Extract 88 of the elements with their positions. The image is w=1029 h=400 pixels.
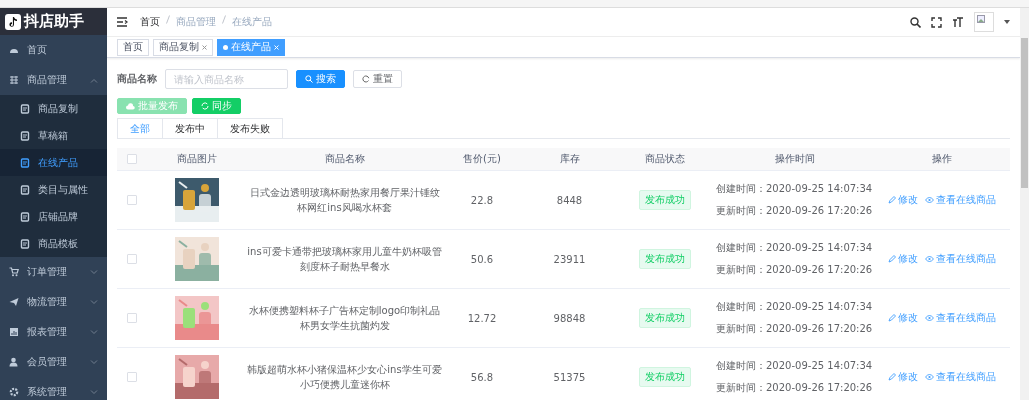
eye-icon xyxy=(925,374,934,380)
status-badge: 发布成功 xyxy=(638,308,691,328)
column-header: 操作 xyxy=(932,152,952,166)
column-header: 商品状态 xyxy=(644,152,685,166)
price-text: 56.8 xyxy=(470,371,494,383)
scrollbar[interactable] xyxy=(1020,8,1029,400)
submenu-item[interactable]: 店铺品牌 xyxy=(0,203,107,230)
stock-text: 23911 xyxy=(553,253,586,265)
checkbox[interactable] xyxy=(127,195,137,205)
checkbox[interactable] xyxy=(127,313,137,323)
gear-icon xyxy=(9,387,19,397)
pencil-icon xyxy=(888,373,896,381)
slash-icon xyxy=(166,15,170,24)
submenu-item[interactable]: 商品复制 xyxy=(0,95,107,122)
status-badge: 发布成功 xyxy=(638,190,691,210)
fullscreen-icon[interactable] xyxy=(931,16,942,28)
created-time: 创建时间：2020-09-25 14:07:34 xyxy=(716,300,873,314)
product-name: 韩版超萌水杯小猪保温杯少女心ins学生可爱小巧便携儿童迷你杯 xyxy=(247,363,442,392)
menu-item[interactable]: 商品管理 xyxy=(0,65,107,95)
created-time: 创建时间：2020-09-25 14:07:34 xyxy=(716,241,873,255)
cart-icon xyxy=(9,267,19,277)
column-header: 操作时间 xyxy=(774,152,815,166)
submenu-item[interactable]: 在线产品 xyxy=(0,149,107,176)
checkbox[interactable] xyxy=(127,254,137,264)
avatar[interactable] xyxy=(974,12,994,32)
created-time: 创建时间：2020-09-25 14:07:34 xyxy=(716,359,873,373)
price-text: 12.72 xyxy=(467,312,497,324)
stock-text: 98848 xyxy=(553,312,586,324)
breadcrumb-item: 在线产品 xyxy=(232,15,272,29)
stock-text: 51375 xyxy=(553,371,586,383)
updated-time: 更新时间：2020-09-26 17:20:26 xyxy=(716,381,873,395)
slash-icon xyxy=(222,15,226,24)
reset-button[interactable]: 重置 xyxy=(353,70,402,88)
eye-icon xyxy=(925,315,934,321)
refresh-icon xyxy=(201,102,209,110)
page-tab[interactable]: 商品复制 xyxy=(153,38,213,56)
paper-plane-icon xyxy=(9,297,19,307)
eye-icon xyxy=(925,197,934,203)
product-name: 日式金边透明玻璃杯耐热家用餐厅果汁锤纹杯网红ins风喝水杯套 xyxy=(248,186,441,215)
menu-icon[interactable] xyxy=(117,17,128,27)
price-text: 22.8 xyxy=(470,194,494,206)
close-icon[interactable] xyxy=(202,44,207,50)
submenu-item[interactable]: 草稿箱 xyxy=(0,122,107,149)
document-icon xyxy=(20,103,30,114)
font-size-icon[interactable] xyxy=(952,16,964,28)
column-header: 商品名称 xyxy=(324,152,365,166)
status-badge: 发布成功 xyxy=(638,249,691,269)
stock-text: 8448 xyxy=(556,194,583,206)
status-badge: 发布成功 xyxy=(638,367,691,387)
menu-item[interactable]: 物流管理 xyxy=(0,287,107,317)
field-label: 商品名称 xyxy=(117,72,157,86)
updated-time: 更新时间：2020-09-26 17:20:26 xyxy=(716,204,873,218)
menu-item[interactable]: 系统管理 xyxy=(0,377,107,400)
grid-icon xyxy=(9,75,19,85)
caret-icon[interactable] xyxy=(1004,20,1010,24)
user-icon xyxy=(9,357,19,367)
breadcrumb-item[interactable]: 首页 xyxy=(140,15,160,29)
search-icon xyxy=(305,75,313,83)
column-header: 商品图片 xyxy=(177,152,217,166)
filter-tab[interactable]: 发布失败 xyxy=(217,118,283,138)
product-name: 水杯便携塑料杯子广告杯定制logo印制礼品杯男女学生抗菌灼发 xyxy=(247,304,442,333)
dot-icon xyxy=(223,44,228,50)
column-header: 库存 xyxy=(559,152,580,166)
music-note-icon xyxy=(5,13,21,30)
menu-item[interactable]: 首页 xyxy=(0,35,107,65)
menu-item[interactable]: 报表管理 xyxy=(0,317,107,347)
submenu-item[interactable]: 商品模板 xyxy=(0,230,107,257)
eye-icon xyxy=(925,256,934,262)
created-time: 创建时间：2020-09-25 14:07:34 xyxy=(716,182,873,196)
submenu-item[interactable]: 类目与属性 xyxy=(0,176,107,203)
pencil-icon xyxy=(888,196,896,204)
reset-icon xyxy=(362,75,370,83)
page-tab[interactable]: 首页 xyxy=(117,38,149,56)
product-name: ins可爱卡通带把玻璃杯家用儿童牛奶杯吸管刻度杯子耐热早餐水 xyxy=(247,245,442,274)
updated-time: 更新时间：2020-09-26 17:20:26 xyxy=(716,322,873,336)
cloud-icon xyxy=(126,102,135,110)
search-icon[interactable] xyxy=(910,16,921,28)
pencil-icon xyxy=(888,255,896,263)
chart-icon xyxy=(9,327,19,337)
updated-time: 更新时间：2020-09-26 17:20:26 xyxy=(716,263,873,277)
column-header: 售价(元) xyxy=(463,152,501,166)
menu-item[interactable]: 订单管理 xyxy=(0,257,107,287)
checkbox[interactable] xyxy=(127,372,137,382)
checkbox[interactable] xyxy=(127,154,137,164)
pencil-icon xyxy=(888,314,896,322)
menu-item[interactable]: 会员管理 xyxy=(0,347,107,377)
app-logo-text: 抖店助手 xyxy=(24,12,84,31)
price-text: 50.6 xyxy=(470,253,494,265)
